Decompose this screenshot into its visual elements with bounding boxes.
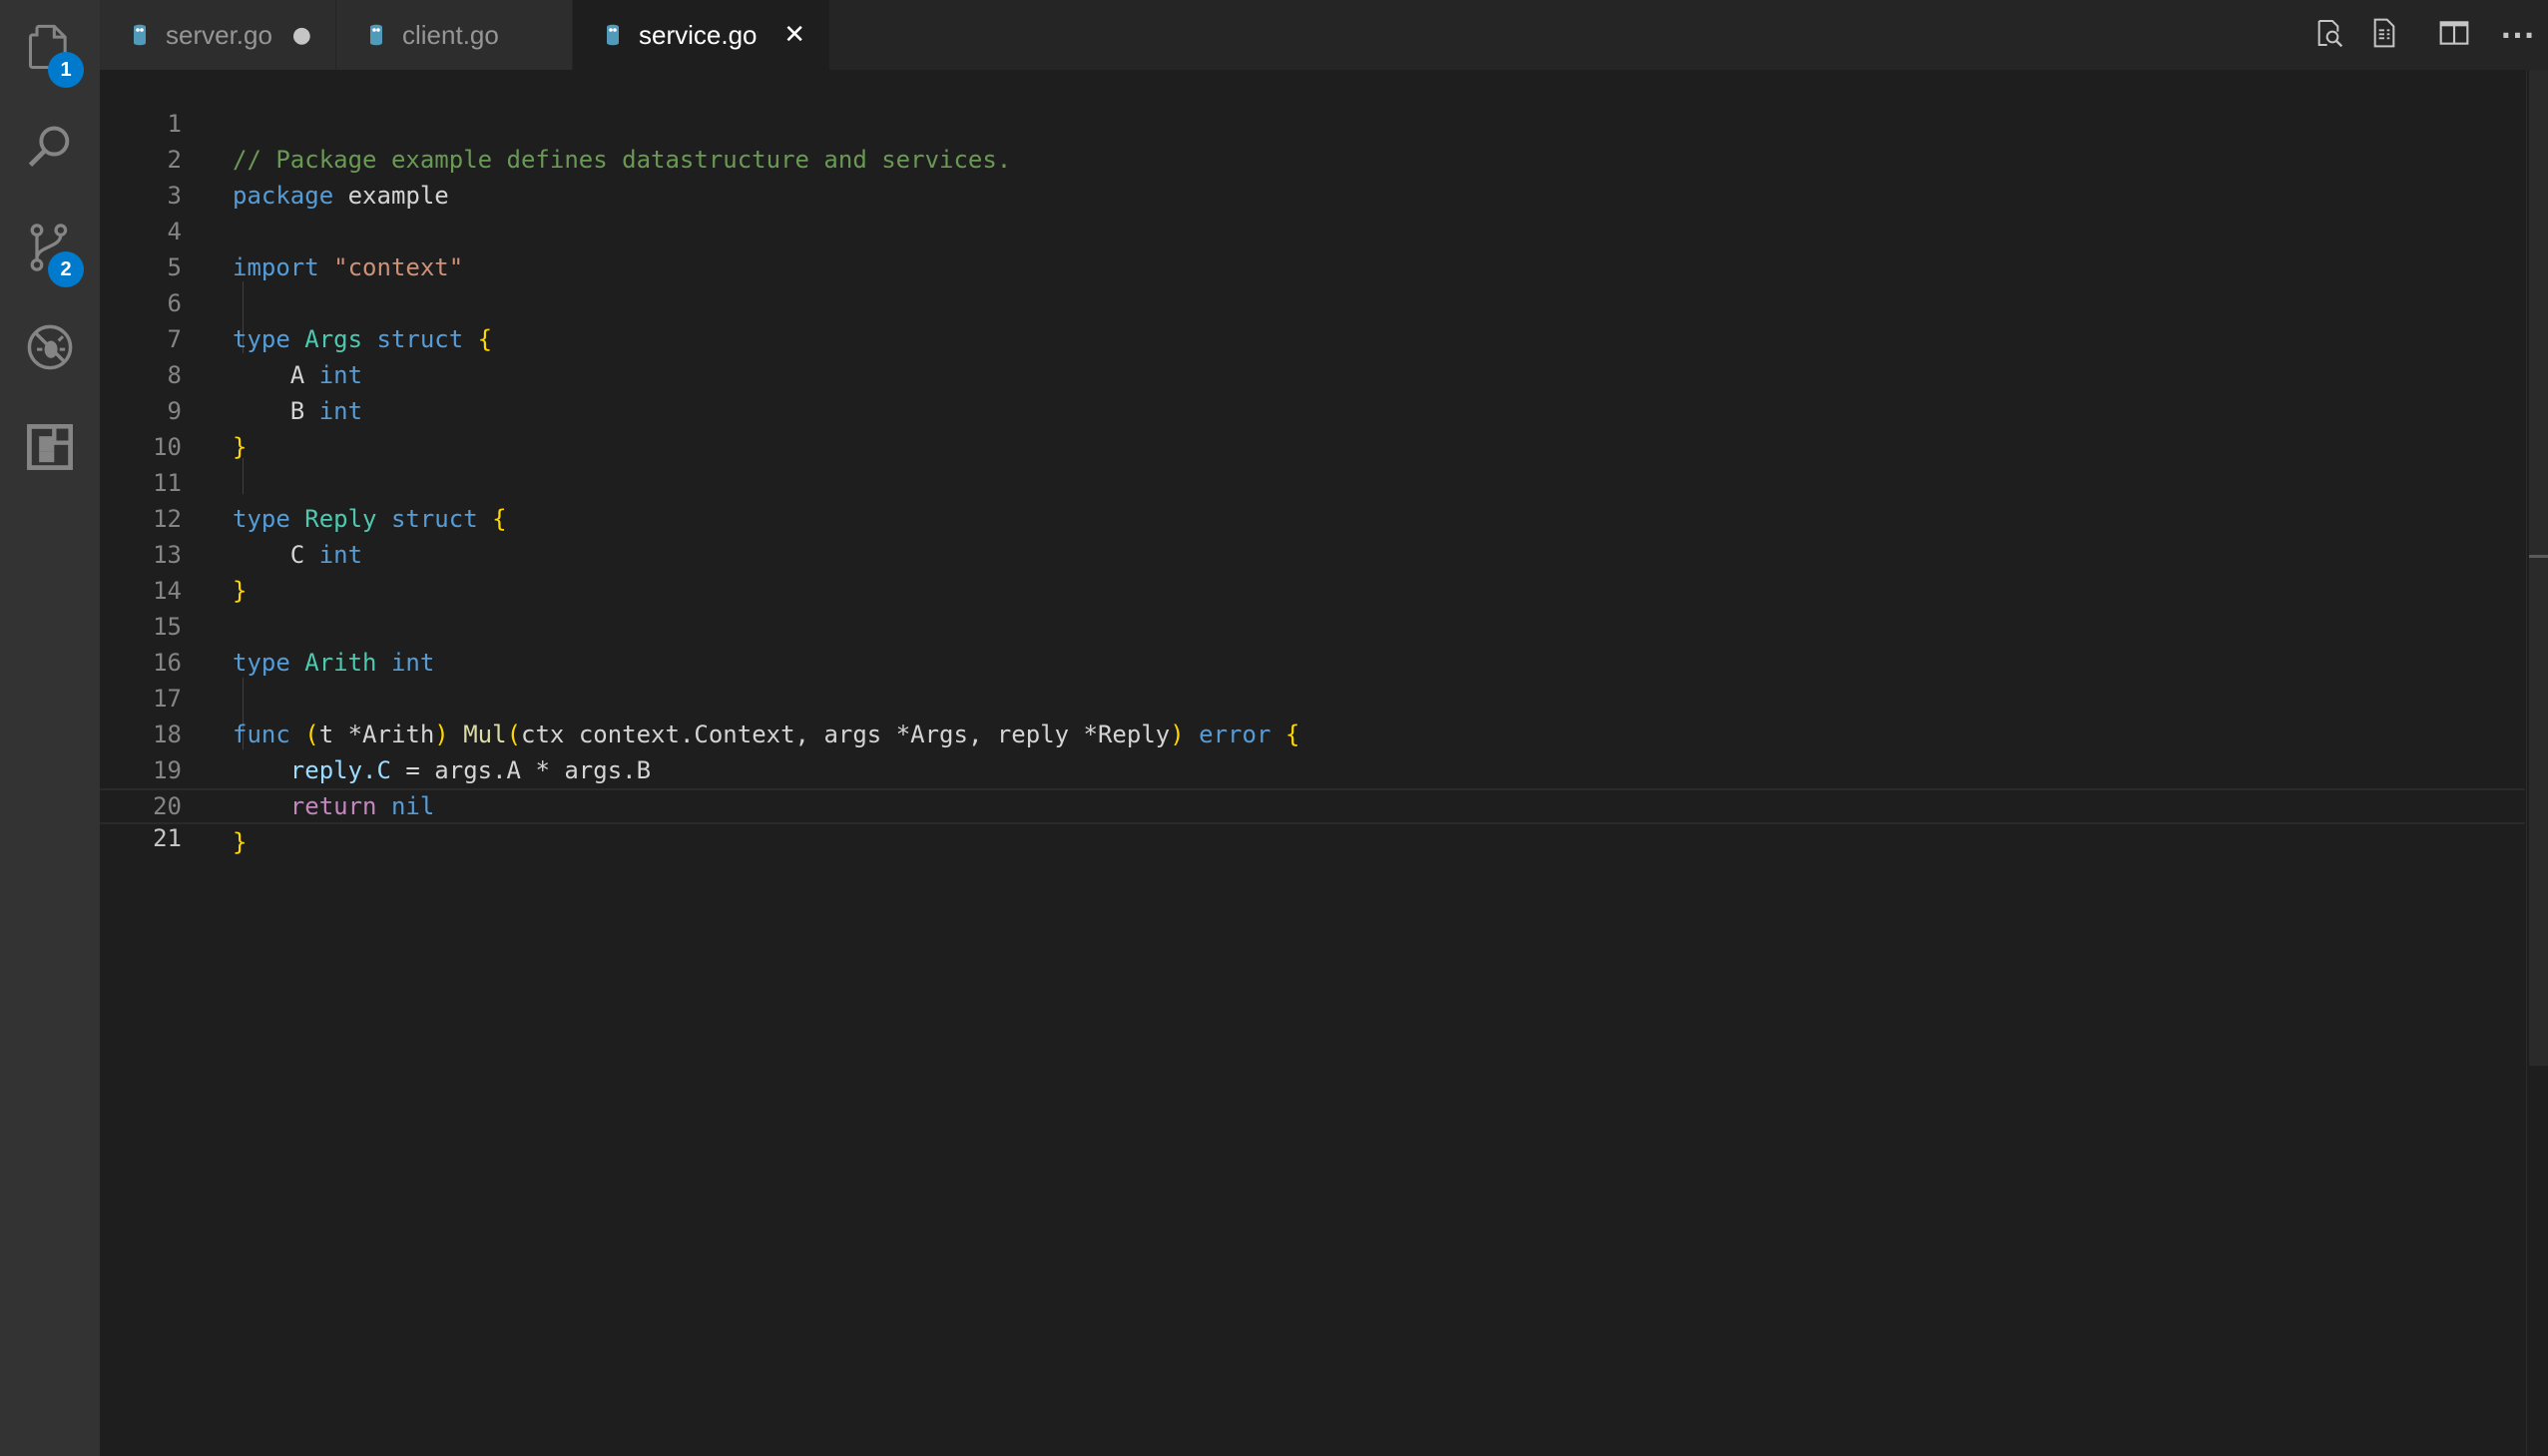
- more-actions-button[interactable]: ···: [2498, 17, 2538, 53]
- unsaved-dot-icon[interactable]: ●: [292, 0, 311, 70]
- code-line: 19 return nil: [100, 717, 2525, 820]
- open-changes-button[interactable]: [2310, 17, 2346, 53]
- split-editor-button[interactable]: [2436, 17, 2472, 53]
- code-line: 5: [100, 214, 2525, 281]
- open-preview-icon: [2368, 17, 2400, 53]
- open-preview-button[interactable]: [2366, 17, 2402, 53]
- scrollbar-thumb[interactable]: [2529, 70, 2548, 1066]
- extensions-icon: [24, 421, 76, 477]
- tab-service-go[interactable]: service.go ✕: [573, 0, 830, 70]
- vscode-window: 1 2 server.go ● client.go service.go ✕ ·…: [0, 0, 2548, 1456]
- debug-button[interactable]: [0, 299, 100, 399]
- code-line: 3: [100, 142, 2525, 210]
- code-line: 10: [100, 393, 2525, 461]
- code-line: 12 C int: [100, 465, 2525, 569]
- code-line: 13 }: [100, 501, 2525, 605]
- go-file-icon: [366, 21, 386, 49]
- close-icon[interactable]: ✕: [783, 0, 805, 70]
- code-text: }: [233, 828, 248, 856]
- code-line: 11 type Reply struct {: [100, 429, 2525, 533]
- source-control-button[interactable]: 2: [0, 200, 100, 299]
- vertical-scrollbar[interactable]: [2526, 70, 2548, 1456]
- tab-label: service.go: [639, 19, 758, 50]
- code-line: 7 A int: [100, 285, 2525, 389]
- code-line: 15 type Arith int: [100, 573, 2525, 677]
- open-changes-icon: [2312, 17, 2344, 53]
- split-editor-icon: [2438, 17, 2470, 53]
- tab-bar: server.go ● client.go service.go ✕ ···: [100, 0, 2548, 70]
- code-line: 4 import "context": [100, 178, 2525, 281]
- tab-server-go[interactable]: server.go ●: [100, 0, 336, 70]
- code-line: 16: [100, 609, 2525, 677]
- code-line: 9 }: [100, 357, 2525, 461]
- code-line: 18 reply.C = args.A * args.B: [100, 681, 2525, 784]
- current-line: 21: [100, 788, 2525, 852]
- code-line: 8 B int: [100, 321, 2525, 425]
- explorer-button[interactable]: 1: [0, 0, 100, 100]
- code-line: 20 }: [100, 752, 2525, 856]
- code-line: 1 // Package example defines datastructu…: [100, 70, 2525, 174]
- code-line: 6 type Args struct {: [100, 249, 2525, 353]
- activity-bar: 1 2: [0, 0, 100, 1456]
- more-actions-icon: ···: [2500, 18, 2536, 52]
- go-file-icon: [130, 21, 150, 49]
- extensions-button[interactable]: [0, 399, 100, 499]
- tab-client-go[interactable]: client.go: [336, 0, 573, 70]
- line-number: 21: [153, 824, 182, 852]
- tab-label: client.go: [402, 19, 499, 50]
- cursor-position-marker: [2529, 555, 2548, 558]
- tab-label: server.go: [166, 19, 272, 50]
- go-file-icon: [603, 21, 623, 49]
- source-control-badge: 2: [48, 251, 84, 287]
- search-icon: [24, 122, 76, 178]
- code-editor[interactable]: 1 // Package example defines datastructu…: [100, 70, 2548, 1456]
- code-line: 14: [100, 537, 2525, 605]
- search-button[interactable]: [0, 100, 100, 200]
- explorer-badge: 1: [48, 52, 84, 88]
- code-line: 17 func (t *Arith) Mul(ctx context.Conte…: [100, 645, 2525, 748]
- code-line: 2 package example: [100, 106, 2525, 210]
- debug-icon: [24, 321, 76, 377]
